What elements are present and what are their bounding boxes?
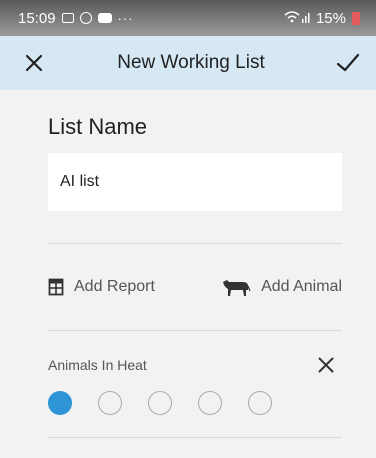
battery-icon	[352, 11, 360, 25]
camera-icon	[79, 12, 92, 24]
close-button[interactable]	[20, 49, 48, 77]
page-title: New Working List	[117, 52, 265, 73]
actions-row: Add Report Add Animal	[48, 244, 342, 330]
app-bar: New Working List	[0, 36, 376, 90]
report-pager	[48, 391, 342, 415]
pager-dot[interactable]	[198, 391, 222, 415]
list-name-input[interactable]	[58, 172, 342, 192]
add-report-button[interactable]: Add Report	[48, 278, 155, 296]
gallery-icon	[61, 13, 74, 23]
divider	[48, 330, 342, 331]
status-bar-left: 15:09 ···	[18, 10, 134, 27]
add-animal-label: Add Animal	[261, 278, 342, 295]
status-bar-right: 15%	[284, 10, 360, 27]
add-animal-button[interactable]: Add Animal	[221, 277, 342, 297]
close-icon	[318, 357, 334, 373]
pager-dot[interactable]	[148, 391, 172, 415]
pager-dot[interactable]	[48, 391, 72, 415]
wifi-signal-icon	[284, 10, 310, 27]
list-name-label: List Name	[48, 114, 148, 139]
battery-percent: 15%	[315, 9, 346, 27]
list-name-field[interactable]	[48, 153, 342, 211]
report-icon	[48, 278, 64, 296]
close-icon	[25, 54, 43, 72]
video-icon	[97, 13, 112, 23]
form-content: List Name Add Report Add Animal Animals …	[0, 114, 376, 438]
remove-report-button[interactable]	[312, 351, 340, 379]
report-header: Animals In Heat	[48, 351, 342, 379]
add-report-label: Add Report	[74, 278, 155, 295]
cow-icon	[223, 280, 251, 296]
more-notifications-icon: ···	[117, 10, 134, 26]
save-button[interactable]	[334, 49, 362, 77]
status-bar: 15:09 ··· 15%	[0, 0, 376, 36]
checkmark-icon	[336, 53, 360, 72]
clock: 15:09	[18, 9, 56, 27]
pager-dot[interactable]	[98, 391, 122, 415]
report-title: Animals In Heat	[48, 357, 147, 373]
pager-dot[interactable]	[248, 391, 272, 415]
divider	[48, 437, 342, 438]
